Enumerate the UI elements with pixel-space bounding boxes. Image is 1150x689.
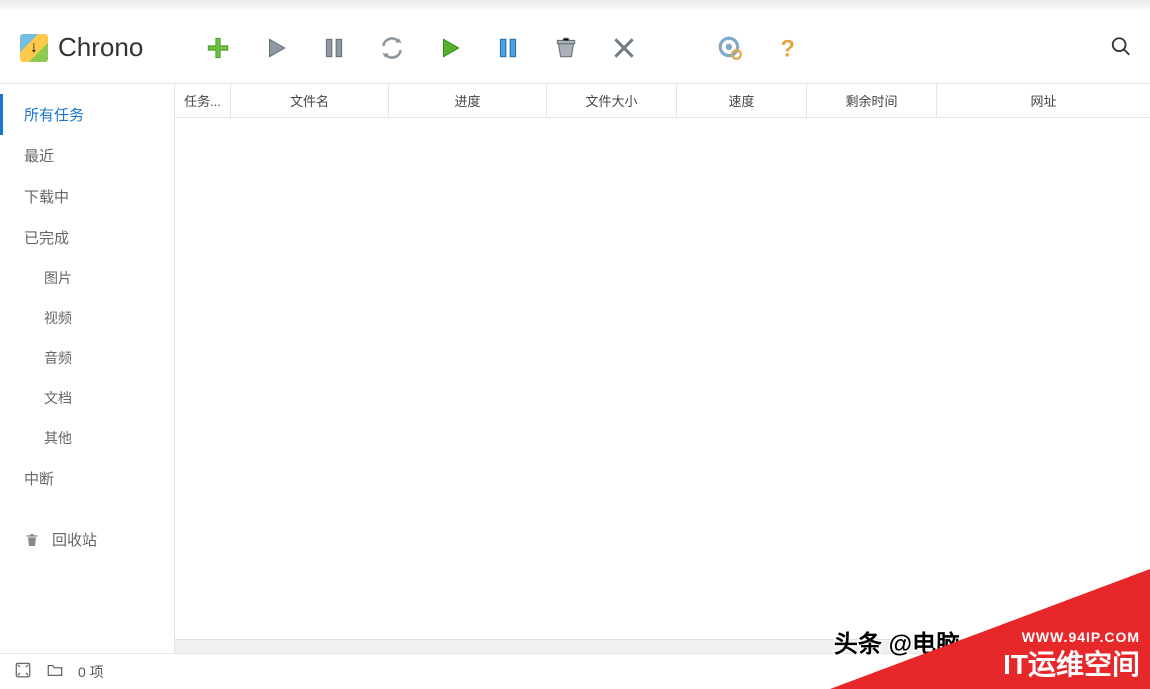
status-count: 0 项 [78,662,104,682]
plus-icon [205,35,231,61]
play-all-icon [437,35,463,61]
add-button[interactable] [203,33,233,63]
expand-button[interactable] [14,661,32,682]
logo-icon [20,34,48,62]
table-header: 任务... 文件名 进度 文件大小 速度 剩余时间 网址 [175,84,1150,118]
sidebar-item-audio[interactable]: 音频 [0,338,174,378]
start-all-button[interactable] [435,33,465,63]
help-button[interactable]: ? [773,33,803,63]
sidebar-item-other[interactable]: 其他 [0,418,174,458]
folder-button[interactable] [46,661,64,682]
search-button[interactable] [1110,35,1132,60]
app-name: Chrono [58,32,143,63]
col-remaining[interactable]: 剩余时间 [807,84,937,117]
svg-text:?: ? [781,35,796,60]
sidebar-item-videos[interactable]: 视频 [0,298,174,338]
gear-icon [717,35,743,61]
sidebar-item-recent[interactable]: 最近 [0,135,174,176]
delete-button[interactable] [609,33,639,63]
play-icon [263,35,289,61]
close-icon [611,35,637,61]
refresh-button[interactable] [377,33,407,63]
settings-button[interactable] [715,33,745,63]
expand-icon [14,661,32,679]
sidebar-item-downloading[interactable]: 下载中 [0,176,174,217]
col-speed[interactable]: 速度 [677,84,807,117]
sidebar-item-completed[interactable]: 已完成 [0,217,174,258]
sidebar-item-docs[interactable]: 文档 [0,378,174,418]
main: 任务... 文件名 进度 文件大小 速度 剩余时间 网址 [175,84,1150,653]
table-body [175,118,1150,639]
col-progress[interactable]: 进度 [389,84,547,117]
header: Chrono ? [0,12,1150,84]
pause-all-icon [495,35,521,61]
remove-button[interactable] [551,33,581,63]
col-filename[interactable]: 文件名 [231,84,389,117]
toolbar: ? [203,33,803,63]
col-size[interactable]: 文件大小 [547,84,677,117]
col-url[interactable]: 网址 [937,84,1150,117]
start-button[interactable] [261,33,291,63]
help-icon: ? [775,35,801,61]
sidebar: 所有任务 最近 下载中 已完成 图片 视频 音频 文档 其他 中断 回收站 [0,84,175,653]
pause-icon [321,35,347,61]
refresh-icon [379,35,405,61]
sidebar-item-interrupted[interactable]: 中断 [0,458,174,499]
trash-icon [24,531,40,549]
sidebar-item-trash[interactable]: 回收站 [0,519,174,560]
pause-button[interactable] [319,33,349,63]
col-task[interactable]: 任务... [175,84,231,117]
sidebar-trash-label: 回收站 [52,529,97,550]
search-icon [1110,35,1132,57]
folder-icon [46,661,64,679]
sidebar-item-all[interactable]: 所有任务 [0,94,174,135]
trash-bin-icon [553,35,579,61]
logo[interactable]: Chrono [20,32,143,63]
sidebar-item-images[interactable]: 图片 [0,258,174,298]
watermark-brand: IT运维空间 [1003,643,1140,683]
pause-all-button[interactable] [493,33,523,63]
